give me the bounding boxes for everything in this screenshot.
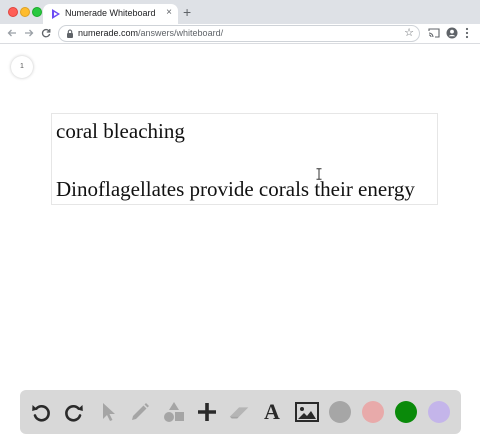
drawing-toolbar: A [20, 390, 461, 434]
url-text: numerade.com/answers/whiteboard/ [78, 28, 224, 38]
eraser-icon [229, 407, 249, 419]
pencil-icon [132, 403, 149, 420]
text-line-title: coral bleaching [56, 119, 185, 143]
redo-icon [65, 404, 83, 422]
new-tab-button[interactable]: + [183, 4, 191, 20]
redo-button[interactable] [62, 400, 86, 424]
undo-icon [32, 404, 50, 422]
page-number-button[interactable]: 1 [11, 56, 33, 78]
whiteboard-text-box[interactable]: coral bleaching Dinoflagellates provide … [51, 113, 438, 205]
color-swatch-pink[interactable] [362, 401, 384, 423]
shapes-tool-button[interactable] [162, 400, 186, 424]
forward-button[interactable] [24, 26, 34, 41]
select-tool-button[interactable] [96, 400, 120, 424]
color-swatch-lavender[interactable] [428, 401, 450, 423]
pen-tool-button[interactable] [128, 400, 152, 424]
shapes-icon [164, 402, 184, 422]
cursor-icon [103, 403, 115, 421]
image-tool-button[interactable] [295, 400, 319, 424]
tab-close-icon[interactable]: × [166, 7, 172, 19]
browser-tab[interactable]: Numerade Whiteboard × [43, 4, 178, 24]
plus-icon [198, 403, 216, 421]
numerade-favicon-icon [52, 9, 60, 19]
reload-button[interactable] [41, 26, 51, 41]
text-line-body: Dinoflagellates provide corals their ene… [56, 177, 415, 201]
image-icon [295, 402, 319, 422]
color-swatch-green[interactable] [395, 401, 417, 423]
lock-icon [67, 29, 73, 38]
account-icon[interactable] [446, 27, 458, 39]
browser-tab-strip: Numerade Whiteboard × + [0, 0, 480, 24]
tab-title: Numerade Whiteboard [65, 8, 156, 18]
kebab-menu-icon[interactable] [465, 27, 469, 39]
undo-button[interactable] [29, 400, 53, 424]
minimize-window-button[interactable] [20, 7, 30, 17]
browser-toolbar: numerade.com/answers/whiteboard/ ☆ [0, 24, 480, 44]
cast-icon[interactable] [428, 28, 440, 38]
reload-icon [41, 28, 51, 38]
arrow-left-icon [7, 29, 16, 37]
eraser-tool-button[interactable] [228, 400, 252, 424]
color-swatch-gray[interactable] [329, 401, 351, 423]
back-button[interactable] [7, 26, 17, 41]
add-button[interactable] [195, 400, 219, 424]
close-window-button[interactable] [8, 7, 18, 17]
arrow-right-icon [25, 29, 34, 37]
text-cursor-icon [316, 168, 322, 180]
maximize-window-button[interactable] [32, 7, 42, 17]
bookmark-star-icon[interactable]: ☆ [404, 26, 414, 40]
address-bar[interactable]: numerade.com/answers/whiteboard/ ☆ [58, 25, 420, 42]
text-tool-button[interactable]: A [260, 400, 284, 424]
